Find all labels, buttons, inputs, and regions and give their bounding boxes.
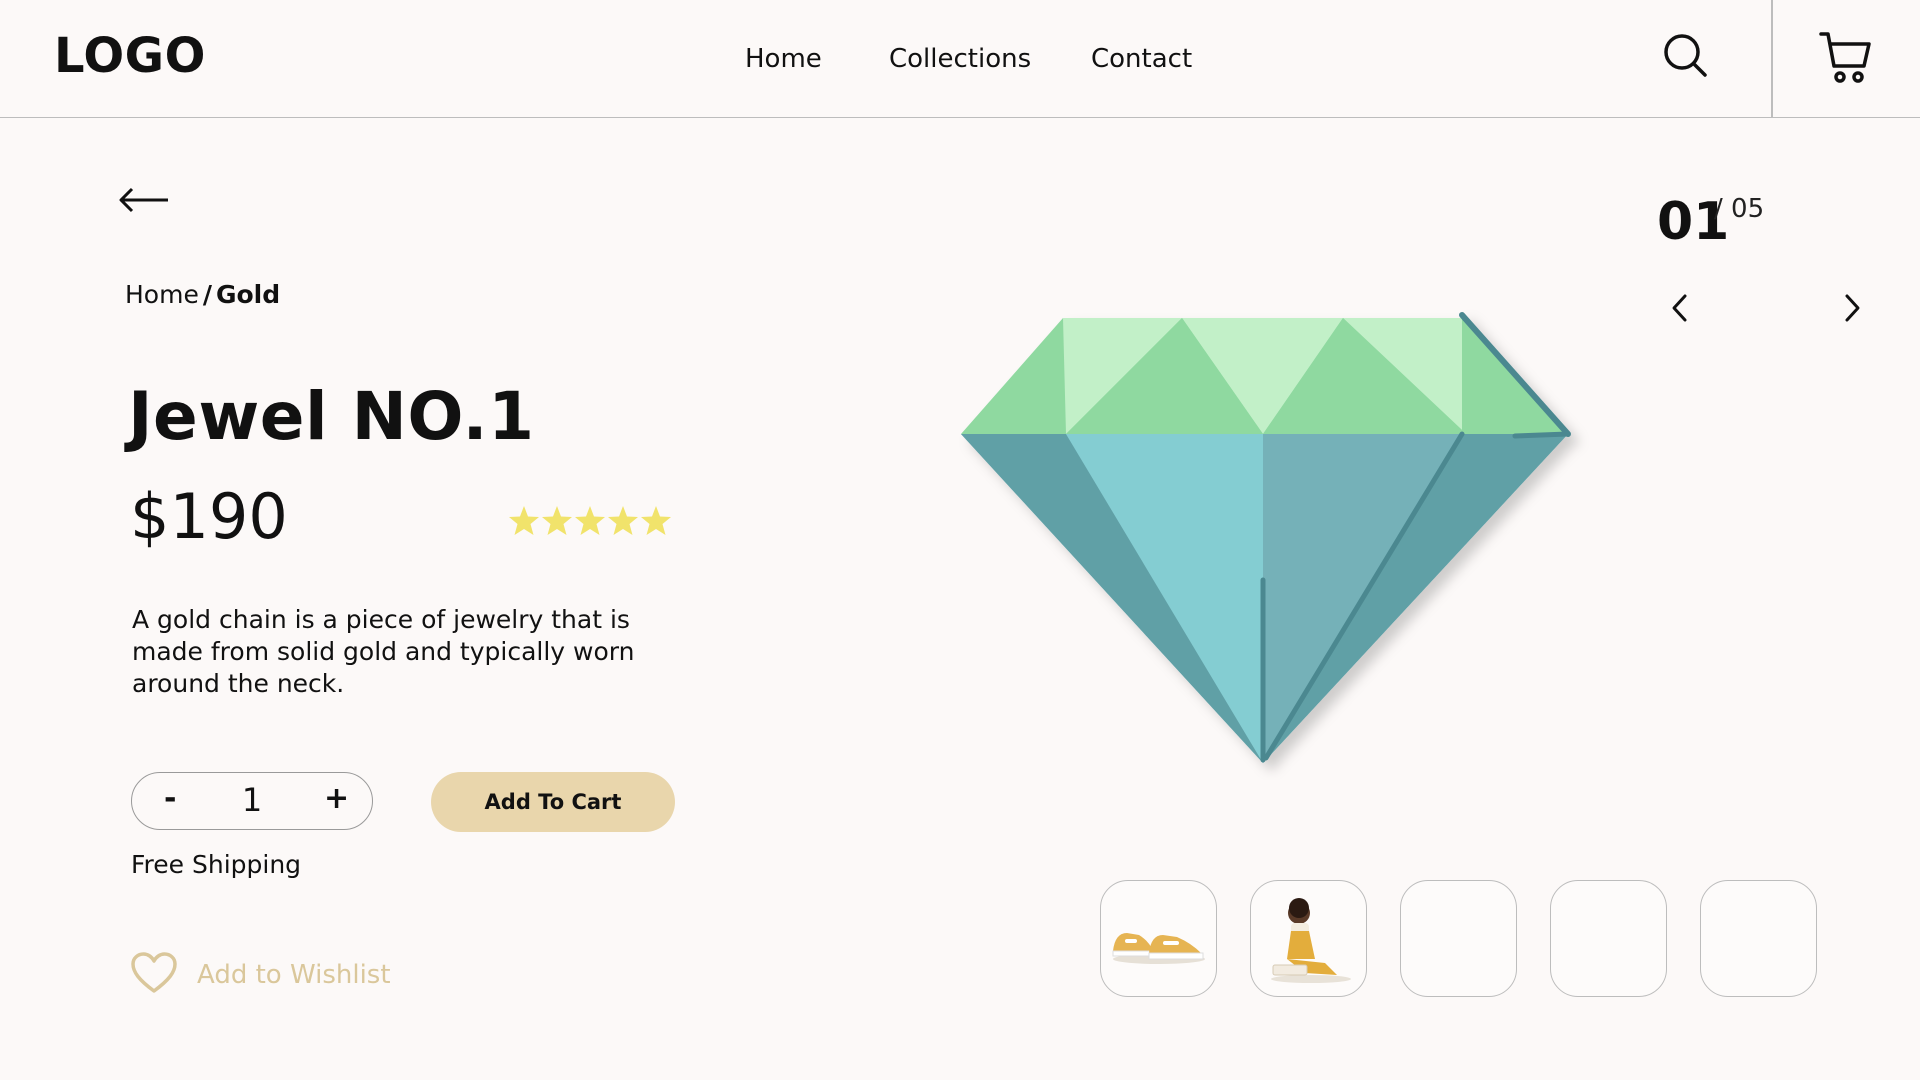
- product-title: Jewel NO.1: [128, 378, 535, 455]
- nav-collections[interactable]: Collections: [889, 44, 1031, 74]
- child-reading-image: [1271, 898, 1351, 983]
- cart-icon[interactable]: [1818, 30, 1874, 90]
- thumbnail-2[interactable]: [1250, 880, 1367, 997]
- quantity-decrease-button[interactable]: -: [164, 781, 176, 816]
- sneakers-image: [1112, 933, 1205, 964]
- chevron-left-icon[interactable]: [1668, 292, 1692, 328]
- quantity-stepper: - 1 +: [131, 772, 373, 830]
- rating-stars: [508, 505, 673, 541]
- nav-home[interactable]: Home: [745, 44, 822, 74]
- product-image: [950, 300, 1590, 784]
- quantity-increase-button[interactable]: +: [324, 781, 349, 816]
- header-divider: [1771, 0, 1773, 118]
- nav-contact[interactable]: Contact: [1091, 44, 1192, 74]
- add-to-wishlist-button[interactable]: Add to Wishlist: [131, 952, 391, 998]
- header: LOGO Home Collections Contact: [0, 0, 1920, 118]
- star-icon: [608, 506, 638, 535]
- product-description: A gold chain is a piece of jewelry that …: [132, 605, 635, 698]
- star-icon: [542, 506, 572, 535]
- search-icon[interactable]: [1662, 32, 1710, 84]
- heart-icon: [131, 952, 177, 993]
- star-icon: [509, 506, 539, 535]
- breadcrumb: Home / Gold: [125, 280, 280, 309]
- breadcrumb-separator: /: [202, 280, 212, 309]
- thumbnail-4[interactable]: [1550, 880, 1667, 997]
- slide-total: / 05: [1714, 194, 1765, 224]
- shipping-info: Free Shipping: [131, 850, 302, 879]
- breadcrumb-current: Gold: [215, 280, 281, 309]
- star-icon: [641, 506, 671, 535]
- product-price: $190: [130, 480, 288, 553]
- quantity-value: 1: [241, 781, 263, 819]
- arrow-left-icon[interactable]: [118, 185, 170, 219]
- add-to-cart-button[interactable]: Add To Cart: [431, 772, 675, 832]
- thumbnail-5[interactable]: [1700, 880, 1817, 997]
- logo[interactable]: LOGO: [54, 28, 206, 84]
- thumbnail-3[interactable]: [1400, 880, 1517, 997]
- chevron-right-icon[interactable]: [1840, 292, 1864, 328]
- star-icon: [575, 506, 605, 535]
- wishlist-label: Add to Wishlist: [197, 960, 391, 990]
- breadcrumb-home[interactable]: Home: [125, 280, 199, 309]
- thumbnail-1[interactable]: [1100, 880, 1217, 997]
